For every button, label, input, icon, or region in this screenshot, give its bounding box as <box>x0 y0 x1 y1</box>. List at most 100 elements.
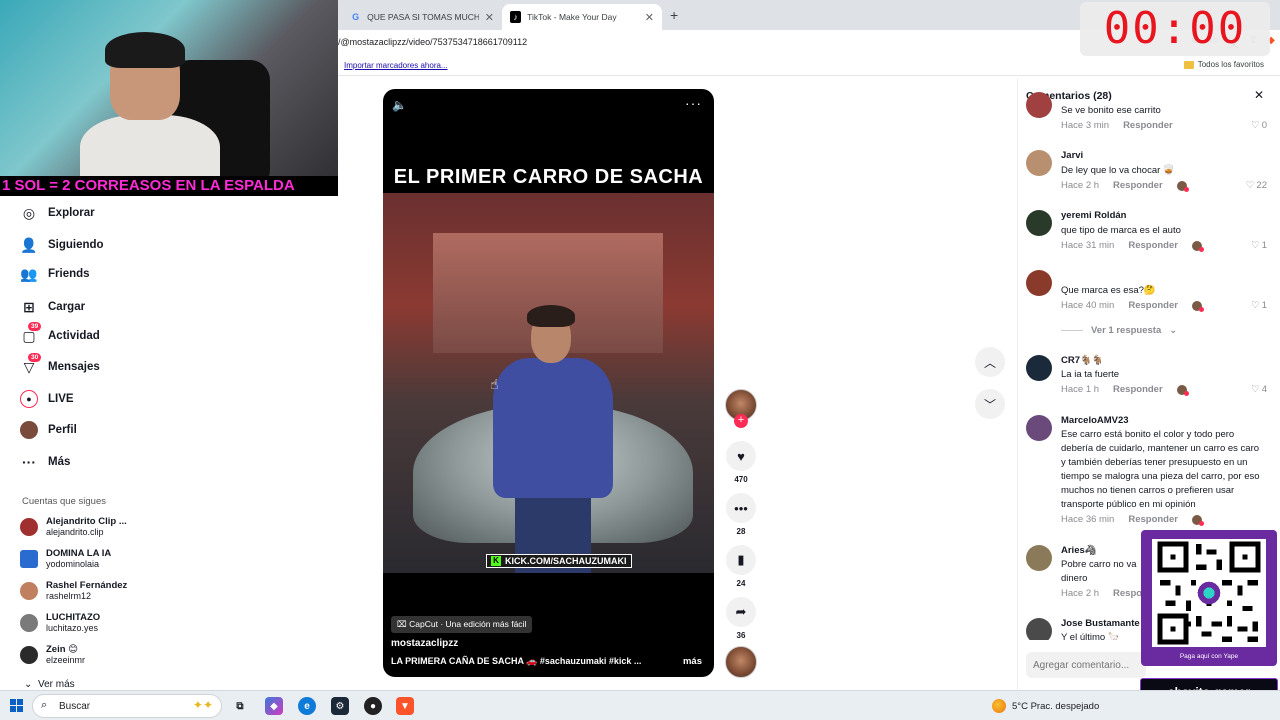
tab-title: TikTok - Make Your Day <box>527 12 617 22</box>
following-account[interactable]: DOMINA LA IA yodominolaia <box>20 548 111 569</box>
copilot-icon[interactable]: ◆ <box>265 697 283 715</box>
avatar[interactable] <box>1026 210 1052 236</box>
brave-icon[interactable]: ▼ <box>396 697 414 715</box>
avatar[interactable] <box>1026 415 1052 441</box>
more-options-icon[interactable]: ··· <box>685 95 702 111</box>
capcut-tag[interactable]: ⌧ CapCut · Una edición más fácil <box>391 616 533 633</box>
reply-button[interactable]: Responder <box>1128 240 1178 251</box>
nav-item-mas[interactable]: ··· Más <box>20 453 70 471</box>
chevron-down-icon: ⌄ <box>1169 325 1178 336</box>
avatar[interactable] <box>1026 545 1052 571</box>
comment-like-count: 0 <box>1261 120 1267 131</box>
all-bookmarks-button[interactable]: Todos los favoritos <box>1183 60 1264 69</box>
reply-button[interactable]: Responder <box>1113 180 1163 191</box>
heart-outline-icon: ♡ <box>1251 300 1260 311</box>
comment-like[interactable]: ♡ 0 <box>1251 120 1267 131</box>
reply-button[interactable]: Responder <box>1113 384 1163 395</box>
comment-action[interactable]: ••• 28 <box>726 493 756 536</box>
heart-outline-icon: ♡ <box>1245 180 1255 191</box>
save-action[interactable]: ▮ 24 <box>726 545 756 588</box>
avatar[interactable] <box>1026 270 1052 296</box>
comment-user[interactable]: MarceloAMV23 <box>1061 415 1129 426</box>
comment-user[interactable]: yeremi Roldán <box>1061 210 1126 221</box>
taskbar-search[interactable]: ⌕ Buscar ✦✦ <box>32 694 222 718</box>
following-account[interactable]: Zein 😊 elzeeinmr <box>20 644 85 665</box>
nav-label: Cargar <box>48 301 86 313</box>
comment-like[interactable]: ♡ 22 <box>1246 180 1267 191</box>
weather-widget[interactable]: 5°C Prac. despejado <box>992 699 1099 713</box>
task-view-icon[interactable]: ⧉ <box>231 697 249 715</box>
following-account[interactable]: Rashel Fernández rashelrm12 <box>20 580 127 601</box>
view-replies-button[interactable]: Ver 1 respuesta ⌄ <box>1061 325 1177 336</box>
nav-item-friends[interactable]: 👥 Friends <box>20 265 89 283</box>
creator-liked-icon <box>1176 384 1189 396</box>
following-account[interactable]: LUCHITAZO luchitazo.yes <box>20 612 100 633</box>
comment-user[interactable]: Jarvi <box>1061 150 1083 161</box>
reply-button[interactable]: Responder <box>1128 514 1178 525</box>
steam-icon[interactable]: ⚙ <box>331 697 349 715</box>
save-count: 24 <box>736 579 746 588</box>
nav-label: Mensajes <box>48 361 100 373</box>
close-tab-icon[interactable]: ✕ <box>485 11 494 24</box>
messages-icon: ▽ 30 <box>20 353 42 376</box>
music-disc-avatar[interactable] <box>725 646 757 678</box>
obs-icon[interactable]: ● <box>364 697 382 715</box>
video-player[interactable]: EL PRIMER CARRO DE SACHA K KICK.COM/SACH… <box>383 89 714 677</box>
url-field[interactable]: /@mostazaclipzz/video/753753471866170911… <box>338 37 527 47</box>
nav-item-cargar[interactable]: ⊞ Cargar <box>20 298 85 316</box>
bookmark-icon[interactable]: ▮ <box>726 545 756 575</box>
edge-icon[interactable]: e <box>298 697 316 715</box>
close-tab-icon[interactable]: ✕ <box>645 11 654 24</box>
browser-tab-2[interactable]: ♪ TikTok - Make Your Day ✕ <box>502 4 662 30</box>
browser-tab-1[interactable]: G QUE PASA SI TOMAS MUCHA AGUA ✕ <box>342 4 502 30</box>
all-bookmarks-label: Todos los favoritos <box>1197 60 1264 69</box>
nav-item-live[interactable]: ● LIVE <box>20 390 74 408</box>
profile-icon <box>20 421 38 439</box>
creator-liked-icon <box>1191 300 1204 312</box>
reply-button[interactable]: Responder <box>1128 300 1178 311</box>
new-tab-icon[interactable]: + <box>670 7 678 23</box>
webcam-banner: 1 SOL = 2 CORREASOS EN LA ESPALDA <box>0 176 338 196</box>
follow-plus-icon[interactable]: + <box>734 414 748 428</box>
account-name: Rashel Fernández <box>46 580 128 591</box>
nav-item-explorar[interactable]: ◎ Explorar <box>20 204 95 222</box>
like-action[interactable]: ♥ 470 <box>726 441 756 484</box>
comment-item: MarceloAMV23 Ese carro está bonito el co… <box>1026 415 1271 535</box>
comment-time: Hace 40 min <box>1061 300 1115 311</box>
avatar[interactable] <box>1026 150 1052 176</box>
heart-icon[interactable]: ♥ <box>726 441 756 471</box>
avatar[interactable] <box>1026 618 1052 640</box>
previous-video-button[interactable]: ︿ <box>975 347 1005 377</box>
like-count: 470 <box>734 475 748 484</box>
comment-input[interactable] <box>1026 652 1146 678</box>
see-more-link[interactable]: ⌄ Ver más <box>24 679 75 690</box>
nav-item-mensajes[interactable]: ▽ 30 Mensajes <box>20 353 100 376</box>
comment-user[interactable]: Jose Bustamante <box>1061 618 1140 629</box>
comment-item: yeremi Roldán que tipo de marca es el au… <box>1026 210 1271 254</box>
reply-button[interactable]: Responder <box>1123 120 1173 131</box>
next-video-button[interactable]: ﹀ <box>975 389 1005 419</box>
video-author[interactable]: mostazaclipzz <box>391 638 458 649</box>
nav-item-actividad[interactable]: ▢ 39 Actividad <box>20 322 100 345</box>
avatar[interactable] <box>1026 355 1052 381</box>
share-action[interactable]: ➦ 36 <box>726 597 756 640</box>
share-arrow-icon[interactable]: ➦ <box>726 597 756 627</box>
import-bookmarks-link[interactable]: Importar marcadores ahora... <box>344 61 448 70</box>
nav-item-perfil[interactable]: Perfil <box>20 421 77 439</box>
comment-like-count: 22 <box>1256 180 1267 191</box>
nav-item-siguiendo[interactable]: 👤 Siguiendo <box>20 236 103 254</box>
avatar[interactable] <box>1026 92 1052 118</box>
qr-caption: Paga aquí con Yape <box>1179 653 1239 660</box>
windows-start-icon[interactable] <box>10 699 23 712</box>
comment-like[interactable]: ♡ 1 <box>1251 300 1267 311</box>
comment-user[interactable]: CR7🐐🐐 <box>1061 355 1104 366</box>
comment-like[interactable]: ♡ 4 <box>1251 384 1267 395</box>
comment-user[interactable]: Aries🦓 <box>1061 545 1097 556</box>
comment-text: Pobre carro no va dinero <box>1061 559 1137 584</box>
following-account[interactable]: Alejandrito Clip ... alejandrito.clip <box>20 516 127 537</box>
see-more-description[interactable]: más <box>683 656 702 667</box>
comment-like[interactable]: ♡ 1 <box>1251 240 1267 251</box>
view-replies-label: Ver 1 respuesta <box>1091 325 1162 336</box>
volume-icon[interactable]: 🔈 <box>392 98 407 112</box>
comment-icon[interactable]: ••• <box>726 493 756 523</box>
